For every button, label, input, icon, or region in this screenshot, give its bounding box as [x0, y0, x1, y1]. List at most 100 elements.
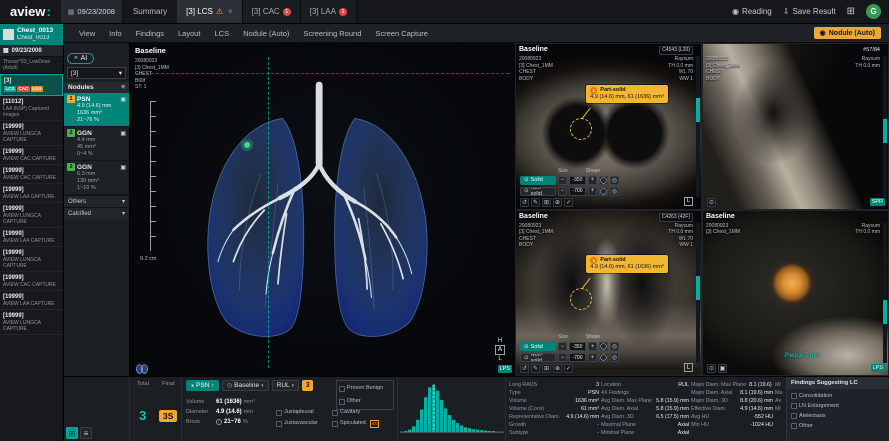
seg-chip-solid[interactable]: ⊙Solid [520, 176, 556, 185]
checkbox-juxtavascular[interactable]: Juxtavascular [276, 418, 318, 429]
lock-icon[interactable]: ⊙ [707, 198, 716, 207]
menu-item-findings[interactable]: Findings [129, 29, 171, 38]
undo-icon[interactable]: ↺ [520, 364, 529, 373]
reading-toggle[interactable]: ◉ Reading [732, 7, 772, 16]
scrollbar-thumb[interactable] [696, 98, 700, 122]
expand-button[interactable]: ⊞ [66, 427, 78, 439]
menu-item-nodule-auto[interactable]: Nodule (Auto) [236, 29, 296, 38]
shape-circle-button[interactable]: ◯ [599, 342, 608, 351]
menu-item-screening-round[interactable]: Screening Round [296, 29, 368, 38]
series-item[interactable]: [11012]LAA INSP) Captured Images [0, 96, 63, 121]
section-others[interactable]: Others ▾ [64, 195, 129, 207]
save-result-button[interactable]: ⇩ Save Result [783, 7, 836, 16]
slice-scrollbar[interactable] [883, 223, 887, 364]
series-item[interactable]: [19999]AVIEW LUNGCA CAPTURE [0, 310, 63, 335]
study-date-row[interactable]: ▦ 09/23/2008 [0, 45, 63, 57]
series-select[interactable]: [3] ▾ [67, 67, 126, 79]
nodule-item[interactable]: 3GGN▣6.3 mm130 mm³1~10 % [64, 161, 129, 195]
box-select-icon[interactable]: ⊞ [542, 198, 551, 207]
edit-icon[interactable]: ✎ [531, 198, 540, 207]
series-item[interactable]: [19999]AVIEW CAC CAPTURE [0, 165, 63, 184]
menu-item-screen-capture[interactable]: Screen Capture [368, 29, 435, 38]
final-score-badge[interactable]: 3S [159, 410, 177, 422]
nodule-annotation[interactable]: 1 Part-solid 4.9 (14.6) mm, 61 (1636) mm… [586, 255, 667, 273]
tab-3-laa[interactable]: [3] LAA1 [301, 0, 357, 23]
add-icon[interactable]: ⊕ [553, 364, 562, 373]
increase-button[interactable]: + [588, 353, 597, 362]
nodule-type-select[interactable]: ● PSN ▾ [186, 380, 219, 391]
edit-icon[interactable]: ✎ [531, 364, 540, 373]
box-select-icon[interactable]: ⊞ [542, 364, 551, 373]
tab-summary[interactable]: Summary [123, 0, 177, 23]
series-item[interactable]: [19999]AVIEW LUNGCA CAPTURE [0, 247, 63, 272]
scrollbar-thumb[interactable] [883, 119, 887, 143]
location-select[interactable]: RUL ▾ [272, 380, 300, 391]
patient-card[interactable]: Chest_0013 Chest_0013 [0, 24, 63, 45]
menu-item-layout[interactable]: Layout [171, 29, 208, 38]
increase-button[interactable]: + [588, 176, 597, 185]
layout-list-button[interactable]: ≡ [80, 427, 92, 439]
camera-icon[interactable]: ▣ [120, 130, 126, 137]
camera-icon[interactable]: ▣ [120, 164, 126, 171]
series-item[interactable]: [19999]AVIEW LAA CAPTURE [0, 291, 63, 310]
undo-icon[interactable]: ↺ [520, 198, 529, 207]
confirm-icon[interactable]: ✓ [564, 198, 573, 207]
viewport-sagittal[interactable]: #57/84 20080923[3] Chest_1MMCHESTBODY Ra… [702, 43, 889, 210]
menu-item-lcs[interactable]: LCS [208, 29, 237, 38]
shape-ring-button[interactable]: ◎ [610, 187, 619, 196]
series-item[interactable]: [19999]AVIEW LAA CAPTURE [0, 184, 63, 203]
shape-ring-button[interactable]: ◎ [610, 353, 619, 362]
decrease-button[interactable]: − [558, 353, 567, 362]
confirm-icon[interactable]: ✓ [564, 364, 573, 373]
nodule-auto-button[interactable]: ◉ Nodule (Auto) [814, 27, 881, 39]
viewport-3d[interactable]: Baseline 20080923[3] Chest_1MMCHESTB60fS… [130, 43, 515, 376]
nodule-item[interactable]: 1PSN▣4.9 (14.6) mm1636 mm³21~76 % [64, 93, 129, 127]
slice-scrollbar[interactable] [696, 56, 700, 197]
scrollbar-thumb[interactable] [883, 300, 887, 324]
camera-icon[interactable]: ▣ [120, 96, 126, 103]
series-item[interactable]: [19999]AVIEW CAC CAPTURE [0, 146, 63, 165]
series-item[interactable]: [19999]AVIEW LAA CAPTURE [0, 228, 63, 247]
add-icon[interactable]: ⊕ [553, 198, 562, 207]
tab-3-cac[interactable]: [3] CAC1 [243, 0, 301, 23]
seg-chip-non-solid[interactable]: ⊙Non-solid [520, 187, 556, 196]
series-item[interactable]: [19999]AVIEW LUNGCA CAPTURE [0, 121, 63, 146]
slice-scrollbar[interactable] [883, 56, 887, 197]
slice-scrollbar[interactable] [696, 223, 700, 364]
apps-grid-icon[interactable]: ⊞ [847, 6, 855, 17]
series-item[interactable]: [3]LCSCACLAA [0, 74, 63, 96]
checkbox-ln-enlargement[interactable]: LN Enlargement [791, 401, 885, 411]
shape-circle-button[interactable]: ◯ [599, 176, 608, 185]
nodule-item[interactable]: 2GGN▣4.4 mm45 mm³0~4 % [64, 127, 129, 161]
menu-item-view[interactable]: View [72, 29, 102, 38]
shape-ring-button[interactable]: ◎ [610, 176, 619, 185]
checkbox-cavitary[interactable]: Cavitary [332, 407, 379, 418]
increase-button[interactable]: + [588, 187, 597, 196]
lock-icon[interactable]: ⊙ [707, 364, 716, 373]
seg-chip-non-solid[interactable]: ⊙Non-solid [520, 353, 556, 362]
decrease-button[interactable]: − [558, 187, 567, 196]
series-item[interactable]: [19999]AVIEW LUNGCA CAPTURE [0, 203, 63, 228]
study-date-tab[interactable]: ▦ 09/23/2008 [61, 0, 123, 23]
checkbox-atelectasis[interactable]: Atelectasis [791, 411, 885, 421]
checkbox-other[interactable]: Other [339, 396, 391, 407]
orientation-widget[interactable]: H A L [495, 338, 505, 362]
decrease-button[interactable]: − [558, 176, 567, 185]
shape-ring-button[interactable]: ◎ [610, 342, 619, 351]
series-item[interactable]: [19999]AVIEW CAC CAPTURE [0, 272, 63, 291]
viewport-nodule-3d[interactable]: Baseline 20080923[3] Chest_1MM RaysumTH … [702, 210, 889, 377]
checkbox-spiculated[interactable]: Spiculated4X [332, 418, 379, 429]
user-avatar[interactable]: G [866, 4, 881, 19]
increase-button[interactable]: + [588, 342, 597, 351]
timepoint-select[interactable]: ◷ Baseline ▾ [222, 380, 269, 391]
shape-circle-button[interactable]: ◯ [599, 187, 608, 196]
cube-icon[interactable]: ▣ [718, 364, 727, 373]
tab-3-lcs[interactable]: [3] LCS⚠× [177, 0, 243, 23]
checkbox-consolidation[interactable]: Consolidation [791, 391, 885, 401]
viewport-axial[interactable]: Baseline C4543 (L20) 20080923[3] Chest_1… [515, 43, 702, 210]
decrease-button[interactable]: − [558, 342, 567, 351]
viewport-coronal[interactable]: Baseline C4263 (42F) 20080923[3] Chest_1… [515, 210, 702, 377]
close-icon[interactable]: × [228, 7, 233, 16]
scrollbar-thumb[interactable] [696, 276, 700, 300]
shape-circle-button[interactable]: ◯ [599, 353, 608, 362]
